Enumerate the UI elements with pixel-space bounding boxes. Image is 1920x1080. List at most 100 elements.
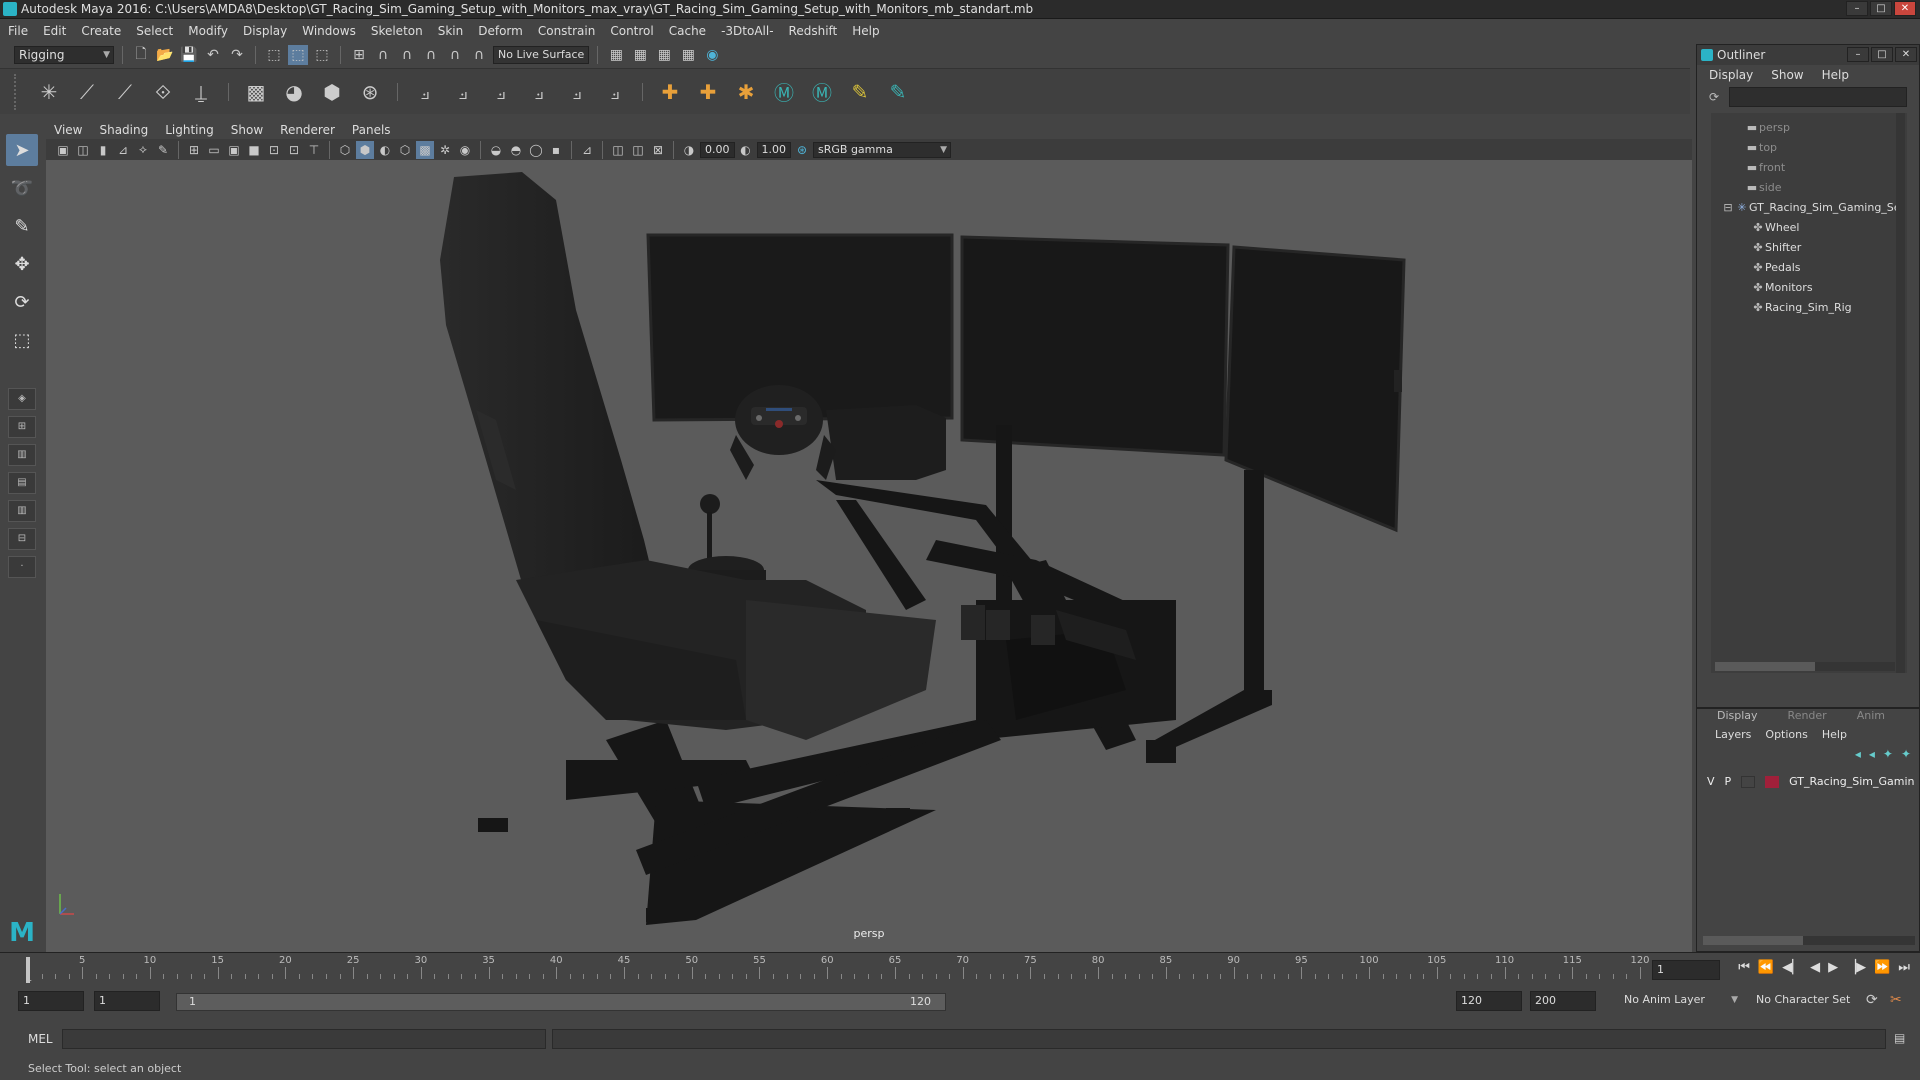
- menu-windows[interactable]: Windows: [302, 24, 356, 38]
- layer-horizontal-scrollbar[interactable]: [1703, 936, 1915, 945]
- screen-space-ao-icon[interactable]: ◒: [487, 141, 505, 159]
- outliner-item-wheel[interactable]: ✤ Wheel: [1711, 217, 1907, 237]
- outliner-minimize-button[interactable]: –: [1847, 47, 1869, 62]
- ik-handle-icon[interactable]: ⟋: [72, 77, 102, 107]
- time-slider[interactable]: 1 5 10 15 20 25 30 35 40 45 50 55 60 65 70 75 80 85 90 95 1…: [0, 952, 1920, 986]
- xray-icon[interactable]: ◫: [609, 141, 627, 159]
- outliner-item-front[interactable]: ▬ front: [1711, 157, 1907, 177]
- snap-point-icon[interactable]: ∩: [397, 45, 417, 65]
- outliner-menu-display[interactable]: Display: [1709, 68, 1753, 82]
- exposure-icon[interactable]: ◑: [680, 141, 698, 159]
- ipr-render-icon[interactable]: ▦: [654, 45, 674, 65]
- snap-curve-icon[interactable]: ∩: [373, 45, 393, 65]
- color-management-icon[interactable]: ⊛: [793, 141, 811, 159]
- panel-menu-shading[interactable]: Shading: [99, 123, 148, 137]
- grid-icon[interactable]: ⊞: [185, 141, 203, 159]
- new-scene-icon[interactable]: 🗋: [131, 45, 151, 65]
- outliner-item-top[interactable]: ▬ top: [1711, 137, 1907, 157]
- rotate-tool-icon[interactable]: ⟳: [6, 286, 38, 318]
- four-view-layout-icon[interactable]: ⊞: [8, 416, 36, 438]
- animation-end-field[interactable]: 200: [1530, 991, 1596, 1011]
- outliner-maximize-button[interactable]: □: [1871, 47, 1893, 62]
- outliner-vertical-scrollbar[interactable]: [1896, 113, 1905, 673]
- play-backwards-icon[interactable]: ◀: [1810, 960, 1820, 975]
- side-by-side-layout-icon[interactable]: ▥: [8, 444, 36, 466]
- close-button[interactable]: ✕: [1894, 1, 1916, 16]
- layer-tab-display[interactable]: Display: [1717, 709, 1758, 725]
- new-layer-icon[interactable]: ✦: [1883, 747, 1893, 761]
- menu-edit[interactable]: Edit: [43, 24, 66, 38]
- view-transform-dropdown[interactable]: sRGB gamma ▼: [813, 141, 951, 158]
- use-all-lights-icon[interactable]: ✲: [436, 141, 454, 159]
- gate-mask-icon[interactable]: ■: [245, 141, 263, 159]
- outliner-filter-icon[interactable]: ⟳: [1709, 90, 1725, 106]
- outliner-item-persp[interactable]: ▬ persp: [1711, 117, 1907, 137]
- bookmark-icon[interactable]: ▮: [94, 141, 112, 159]
- current-frame-field[interactable]: 1: [1652, 960, 1720, 980]
- exposure-field[interactable]: 0.00: [700, 141, 735, 158]
- menu-modify[interactable]: Modify: [188, 24, 228, 38]
- panel-menu-panels[interactable]: Panels: [352, 123, 391, 137]
- rigid-bind-icon[interactable]: ⟓: [486, 77, 516, 107]
- playback-end-field[interactable]: 120: [1456, 991, 1522, 1011]
- menu-select[interactable]: Select: [136, 24, 173, 38]
- outliner-item-racing-sim-rig[interactable]: ✤ Racing_Sim_Rig: [1711, 297, 1907, 317]
- menu-control[interactable]: Control: [610, 24, 653, 38]
- persp-outliner-layout-icon[interactable]: ▤: [8, 472, 36, 494]
- redo-icon[interactable]: ↷: [227, 45, 247, 65]
- play-forwards-icon[interactable]: ▶: [1828, 960, 1838, 975]
- select-tool-icon[interactable]: ➤: [6, 134, 38, 166]
- mirror-joint-icon[interactable]: ⟐: [148, 77, 178, 107]
- maximize-button[interactable]: □: [1870, 1, 1892, 16]
- open-scene-icon[interactable]: 📂: [155, 45, 175, 65]
- default-material-icon[interactable]: ◐: [376, 141, 394, 159]
- layer-visibility-toggle[interactable]: V: [1707, 775, 1715, 788]
- range-slider[interactable]: 1 120: [176, 993, 946, 1011]
- menu-skeleton[interactable]: Skeleton: [371, 24, 423, 38]
- perspective-viewport[interactable]: persp: [46, 160, 1692, 952]
- move-layer-up-icon[interactable]: ◂: [1855, 747, 1861, 761]
- menu-display[interactable]: Display: [243, 24, 287, 38]
- influence-icon[interactable]: ⟓: [562, 77, 592, 107]
- new-layer-selected-icon[interactable]: ✦: [1901, 747, 1911, 761]
- layer-row[interactable]: V P GT_Racing_Sim_Gamin: [1707, 775, 1919, 788]
- menu-create[interactable]: Create: [81, 24, 121, 38]
- command-language-label[interactable]: MEL: [28, 1032, 62, 1046]
- bind-skin-icon[interactable]: ⟓: [410, 77, 440, 107]
- textured-icon[interactable]: ▩: [416, 140, 434, 159]
- character-control-icon[interactable]: Ⓜ: [807, 77, 837, 107]
- layer-menu-layers[interactable]: Layers: [1715, 728, 1751, 741]
- shadows-icon[interactable]: ◉: [456, 141, 474, 159]
- menu-skin[interactable]: Skin: [438, 24, 464, 38]
- motion-blur-icon[interactable]: ◓: [507, 141, 525, 159]
- wireframe-on-shaded-icon[interactable]: ⬡: [396, 141, 414, 159]
- select-component-icon[interactable]: ⬚: [312, 45, 332, 65]
- camera-select-icon[interactable]: ▣: [54, 141, 72, 159]
- snap-grid-icon[interactable]: ⊞: [349, 45, 369, 65]
- paint-select-tool-icon[interactable]: ✎: [6, 210, 38, 242]
- menu-help[interactable]: Help: [852, 24, 879, 38]
- panel-menu-view[interactable]: View: [54, 123, 82, 137]
- field-chart-icon[interactable]: ⊡: [265, 141, 283, 159]
- timeline-ruler[interactable]: 1 51015202530354045505560657075808590951…: [26, 953, 1650, 987]
- persp-graph-layout-icon[interactable]: ▥: [8, 500, 36, 522]
- go-to-start-icon[interactable]: ⏮: [1738, 960, 1750, 975]
- menu-3dtoall[interactable]: -3DtoAll-: [721, 24, 773, 38]
- safe-title-icon[interactable]: ⊤: [305, 141, 323, 159]
- save-scene-icon[interactable]: 💾: [179, 45, 199, 65]
- step-back-frame-icon[interactable]: ◀▏: [1782, 960, 1802, 975]
- outliner-menu-show[interactable]: Show: [1771, 68, 1803, 82]
- detach-skin-icon[interactable]: ⟓: [600, 77, 630, 107]
- auto-key-icon[interactable]: ⟳: [1866, 992, 1878, 1008]
- animation-start-field[interactable]: 1: [18, 991, 84, 1011]
- step-forward-key-icon[interactable]: ⏩: [1874, 960, 1890, 975]
- select-hierarchy-icon[interactable]: ⬚: [264, 45, 284, 65]
- multisample-aa-icon[interactable]: ◯: [527, 141, 545, 159]
- snap-view-icon[interactable]: ∩: [421, 45, 441, 65]
- character-set-dropdown[interactable]: No Character Set: [1752, 991, 1864, 1011]
- live-surface-field[interactable]: No Live Surface: [493, 46, 590, 64]
- joint-tool-icon[interactable]: ✳: [34, 77, 64, 107]
- safe-action-icon[interactable]: ⊡: [285, 141, 303, 159]
- go-to-end-icon[interactable]: ⏭: [1898, 960, 1910, 975]
- custom-layout-icon[interactable]: ·: [8, 556, 36, 578]
